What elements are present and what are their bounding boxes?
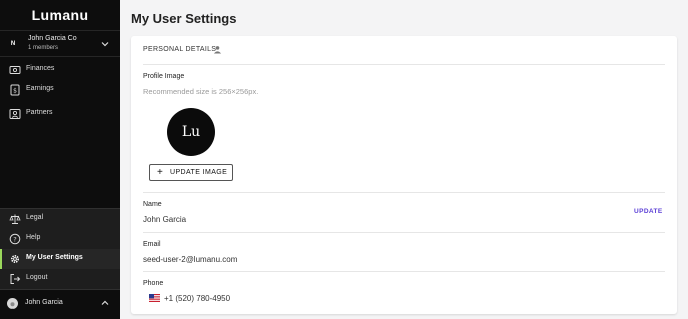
profile-image-hint: Recommended size is 256×256px.: [143, 87, 259, 96]
earnings-icon: $: [10, 84, 20, 96]
sidebar-item-label: Finances: [26, 65, 55, 72]
divider: [143, 271, 665, 272]
sidebar-item-label: Earnings: [26, 85, 54, 92]
sidebar-item-label: Legal: [26, 214, 44, 221]
user-menu[interactable]: John Garcia: [0, 289, 120, 319]
page-title: My User Settings: [131, 11, 237, 26]
logout-icon: [10, 274, 21, 284]
button-label: UPDATE IMAGE: [170, 169, 228, 176]
email-value: seed-user-2@lumanu.com: [143, 255, 238, 264]
org-initials: N: [10, 41, 16, 47]
org-members-count: 1 members: [28, 45, 59, 51]
finances-icon: [9, 66, 21, 74]
sidebar-item-logout[interactable]: Logout: [0, 269, 120, 289]
sidebar-item-label: Partners: [26, 109, 53, 116]
chevron-down-icon[interactable]: [100, 39, 110, 49]
update-image-button[interactable]: + UPDATE IMAGE: [149, 164, 233, 181]
email-label: Email: [143, 241, 161, 248]
sidebar-item-earnings[interactable]: $ Earnings: [0, 80, 120, 100]
org-switcher[interactable]: N John Garcia Co 1 members: [0, 30, 120, 57]
update-name-button[interactable]: UPDATE: [634, 208, 663, 215]
avatar: [7, 298, 18, 309]
sidebar-item-label: Help: [26, 234, 41, 241]
personal-details-card: PERSONAL DETAILS Profile Image Recommend…: [131, 36, 677, 314]
divider: [143, 232, 665, 233]
scale-icon: [9, 214, 21, 224]
divider: [143, 192, 665, 193]
person-icon: [10, 302, 15, 309]
divider: [143, 64, 665, 65]
sidebar-item-label: Logout: [26, 274, 48, 281]
gear-icon: [10, 254, 20, 264]
phone-label: Phone: [143, 280, 164, 287]
partners-icon: [9, 109, 21, 119]
sidebar-item-label: My User Settings: [26, 254, 83, 261]
sidebar-item-partners[interactable]: Partners: [0, 104, 120, 124]
sidebar-item-finances[interactable]: Finances: [0, 60, 120, 80]
section-title: PERSONAL DETAILS: [143, 46, 217, 53]
plus-icon: +: [157, 167, 163, 178]
sidebar: Lumanu N John Garcia Co 1 members Financ…: [0, 0, 120, 319]
profile-image-label: Profile Image: [143, 73, 185, 80]
sidebar-item-user-settings[interactable]: My User Settings: [0, 249, 120, 269]
phone-value: +1 (520) 780-4950: [164, 294, 231, 303]
name-label: Name: [143, 201, 162, 208]
sidebar-item-legal[interactable]: Legal: [0, 209, 120, 229]
sidebar-item-help[interactable]: ? Help: [0, 229, 120, 249]
name-value: John Garcia: [143, 215, 187, 224]
user-name: John Garcia: [25, 299, 63, 306]
help-icon: ?: [9, 233, 21, 245]
avatar-initials: Lu: [181, 124, 201, 140]
person-icon: [213, 46, 222, 54]
chevron-up-icon[interactable]: [100, 298, 110, 308]
svg-text:$: $: [13, 87, 17, 94]
profile-avatar: Lu: [167, 108, 215, 156]
org-name: John Garcia Co: [28, 35, 77, 42]
brand-logo[interactable]: Lumanu: [0, 7, 120, 23]
us-flag-icon: [149, 294, 160, 302]
svg-text:?: ?: [13, 235, 16, 243]
org-avatar: N: [8, 39, 18, 49]
